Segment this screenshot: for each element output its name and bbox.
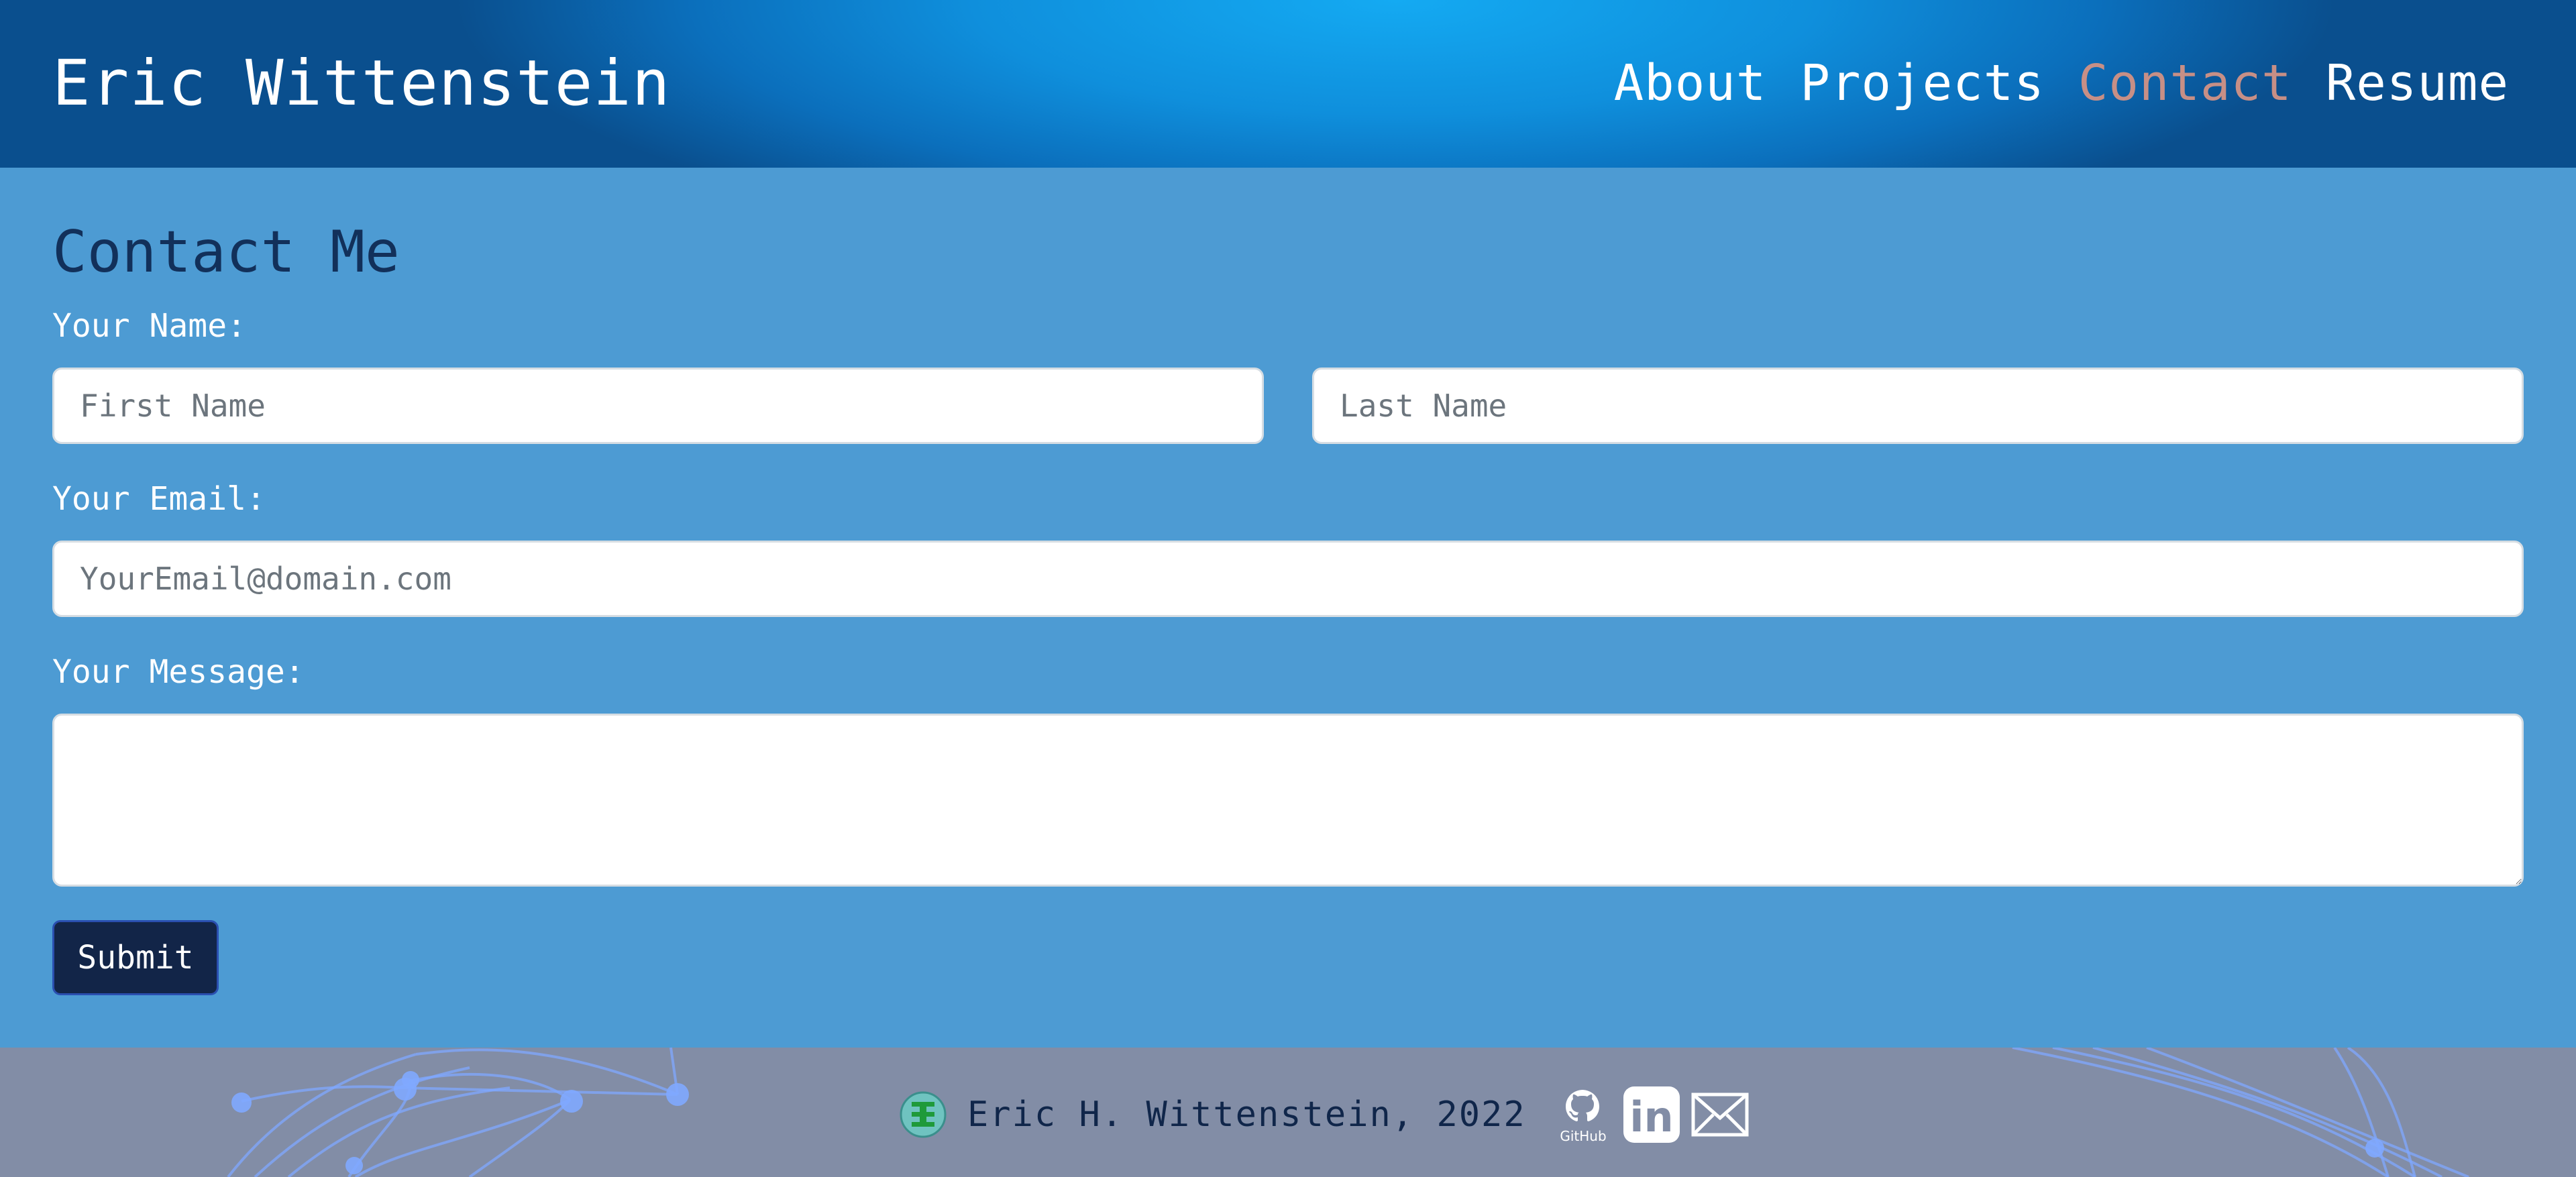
last-name-input[interactable] bbox=[1312, 368, 2524, 444]
footer-copyright: Eric H. Wittenstein, 2022 bbox=[967, 1095, 1526, 1135]
footer-content: Eric H. Wittenstein, 2022 GitHub in bbox=[899, 1082, 1750, 1147]
email-icon[interactable] bbox=[1690, 1084, 1750, 1145]
contact-section: Contact Me Your Name: Your Email: Your M… bbox=[0, 168, 2576, 1048]
nav-link-projects[interactable]: Projects bbox=[1800, 51, 2044, 115]
name-label: Your Name: bbox=[52, 307, 246, 345]
github-label: GitHub bbox=[1560, 1128, 1606, 1144]
email-label: Your Email: bbox=[52, 480, 266, 518]
email-input[interactable] bbox=[52, 541, 2524, 617]
site-brand[interactable]: Eric Wittenstein bbox=[52, 44, 670, 123]
site-logo-icon bbox=[900, 1091, 947, 1138]
page-title: Contact Me bbox=[52, 219, 400, 286]
message-textarea[interactable] bbox=[52, 714, 2524, 887]
github-icon[interactable]: GitHub bbox=[1553, 1084, 1613, 1145]
first-name-input[interactable] bbox=[52, 368, 1264, 444]
submit-button[interactable]: Submit bbox=[52, 920, 219, 995]
nav-link-about[interactable]: About bbox=[1614, 51, 1767, 115]
linkedin-label: in bbox=[1629, 1092, 1673, 1141]
message-label: Your Message: bbox=[52, 653, 305, 691]
linkedin-icon[interactable]: in bbox=[1621, 1084, 1682, 1145]
nav-link-contact[interactable]: Contact bbox=[2078, 51, 2292, 115]
nav-link-resume[interactable]: Resume bbox=[2326, 51, 2509, 115]
main-nav: About Projects Contact Resume bbox=[1614, 51, 2509, 115]
site-footer: Eric H. Wittenstein, 2022 GitHub in bbox=[0, 1048, 2576, 1177]
social-links: GitHub in bbox=[1553, 1084, 1750, 1145]
site-header: Eric Wittenstein About Projects Contact … bbox=[0, 0, 2576, 168]
